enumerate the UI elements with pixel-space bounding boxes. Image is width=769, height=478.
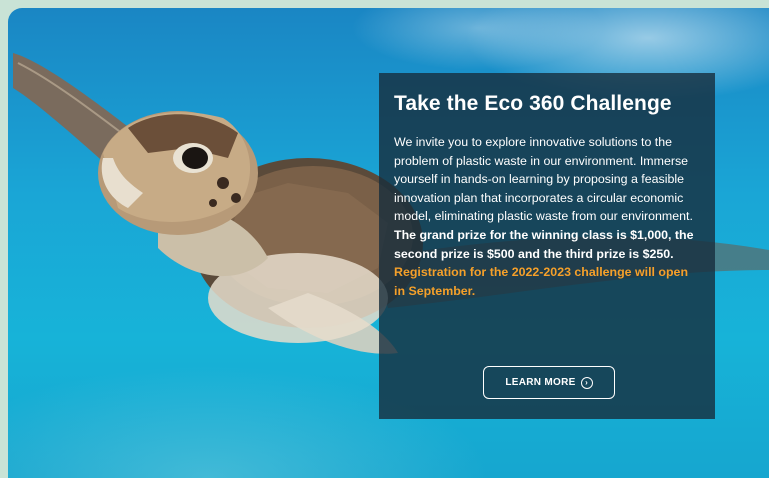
learn-more-button[interactable]: LEARN MORE › <box>483 366 615 399</box>
learn-more-label: LEARN MORE <box>505 377 576 388</box>
panel-description: We invite you to explore innovative solu… <box>394 133 699 300</box>
hero-banner: Take the Eco 360 Challenge We invite you… <box>8 8 769 478</box>
challenge-info-panel: Take the Eco 360 Challenge We invite you… <box>379 73 715 419</box>
panel-title: Take the Eco 360 Challenge <box>394 92 672 115</box>
registration-text: Registration for the 2022-2023 challenge… <box>394 265 689 298</box>
arrow-circle-right-icon: › <box>580 376 593 389</box>
prize-text: The grand prize for the winning class is… <box>394 227 694 261</box>
intro-text: We invite you to explore innovative solu… <box>394 135 693 224</box>
